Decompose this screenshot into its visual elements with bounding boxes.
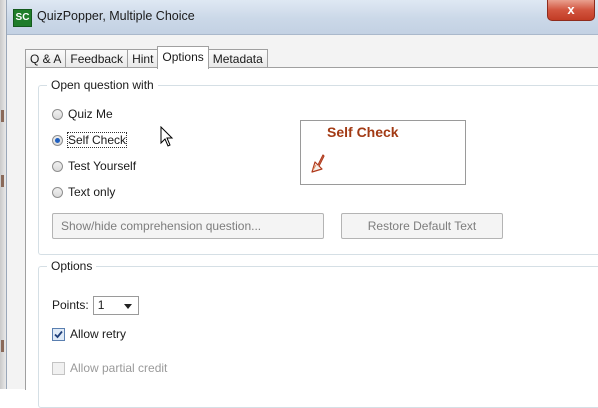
check-mark-icon [54,330,63,338]
radio-test-yourself[interactable]: Test Yourself [52,157,136,175]
tab-strip: Q & A Feedback Hint Options Metadata [25,46,268,69]
show-hide-comprehension-button[interactable]: Show/hide comprehension question... [52,213,324,239]
radio-label: Test Yourself [68,159,137,173]
preview-title: Self Check [327,124,399,140]
allow-partial-credit-row[interactable]: Allow partial credit [52,359,167,377]
open-question-group: Open question with Quiz Me Self Check Te… [38,78,598,255]
title-bar[interactable]: SC QuizPopper, Multiple Choice x [7,0,598,35]
options-legend: Options [47,259,97,273]
points-value: 1 [97,297,105,312]
desktop-mark [1,340,4,352]
allow-retry-checkbox[interactable] [52,327,65,341]
tab-options[interactable]: Options [157,46,209,69]
open-question-legend: Open question with [47,78,158,92]
options-tab-panel: Open question with Quiz Me Self Check Te… [25,67,598,408]
window-title: QuizPopper, Multiple Choice [37,9,195,23]
tab-q-and-a[interactable]: Q & A [25,49,67,69]
allow-retry-label: Allow retry [70,327,127,341]
radio-label: Self Check [66,132,128,148]
options-group: Options Points: 1 Allow retry Allow part… [38,259,598,408]
tab-metadata[interactable]: Metadata [207,49,268,69]
points-label: Points: [52,298,89,312]
allow-partial-credit-checkbox[interactable] [52,361,65,375]
tab-feedback[interactable]: Feedback [65,49,129,69]
close-button[interactable]: x [547,0,595,21]
desktop-mark [1,110,4,122]
allow-partial-credit-label: Allow partial credit [70,361,168,375]
style-preview-box: Self Check [300,120,466,185]
radio-button[interactable] [52,186,63,198]
app-icon: SC [13,9,32,27]
radio-label: Text only [68,185,116,199]
points-row: Points: 1 [52,295,139,315]
restore-default-text-button[interactable]: Restore Default Text [341,213,503,239]
radio-label: Quiz Me [68,107,113,121]
points-select[interactable]: 1 [92,295,139,315]
tab-hint[interactable]: Hint [127,49,159,69]
radio-button[interactable] [52,108,63,120]
mouse-cursor-icon [160,126,174,147]
dialog-window: SC QuizPopper, Multiple Choice x Q & A F… [6,0,598,408]
radio-button[interactable] [52,160,63,172]
pencil-arrow-icon [311,154,325,173]
radio-quiz-me[interactable]: Quiz Me [52,105,113,123]
radio-button[interactable] [52,134,63,146]
desktop-mark [1,175,4,187]
radio-self-check[interactable]: Self Check [52,131,128,149]
chevron-down-icon [123,303,132,309]
radio-text-only[interactable]: Text only [52,183,115,201]
allow-retry-checkbox-row[interactable]: Allow retry [52,325,126,343]
